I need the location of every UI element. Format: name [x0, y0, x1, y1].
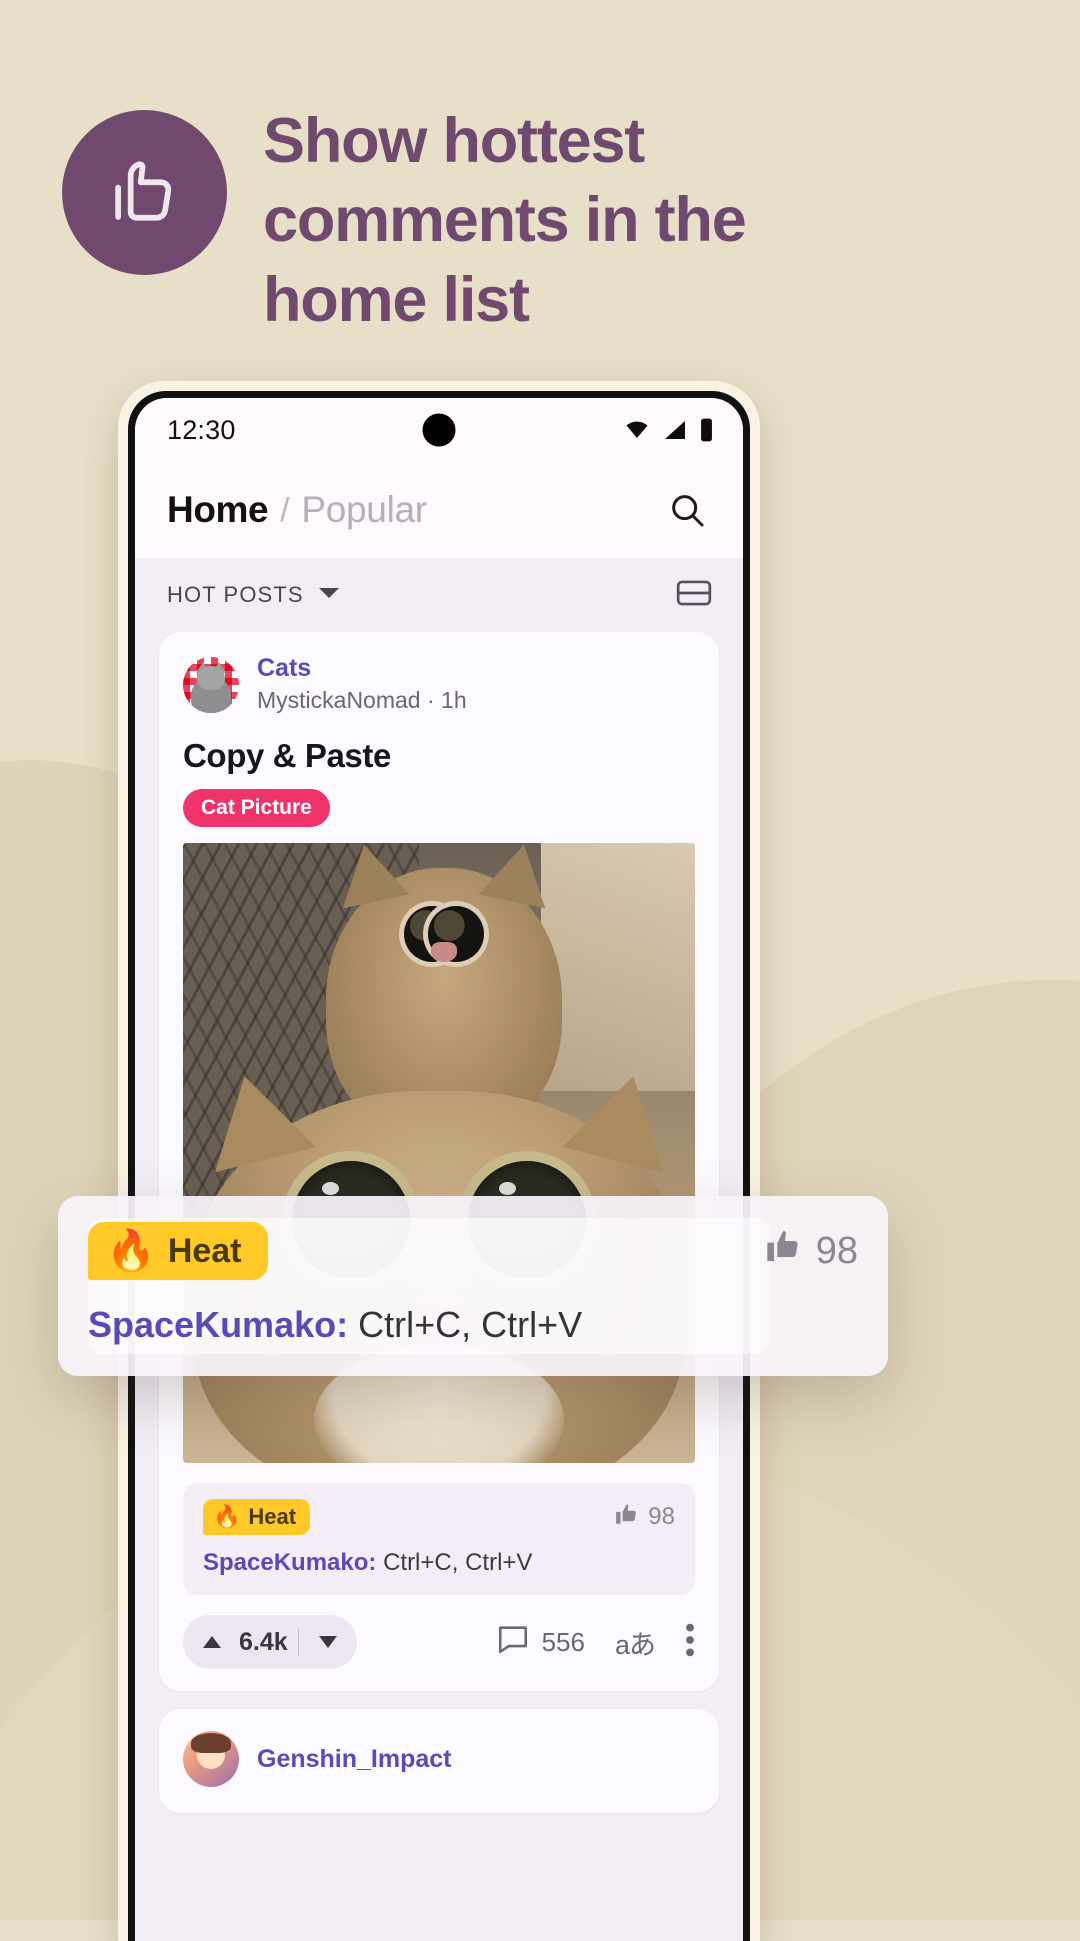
hot-comment-author[interactable]: SpaceKumako: [203, 1549, 376, 1576]
vote-score: 6.4k [239, 1627, 288, 1656]
phone-mockup: 12:30 Home / Popular HOT POSTS Cats Myst… [118, 381, 760, 1941]
flair-row: Cat Picture [159, 775, 719, 828]
comment-icon [496, 1623, 530, 1662]
post-flair[interactable]: Cat Picture [183, 789, 330, 828]
avatar[interactable] [183, 656, 239, 713]
callout-author[interactable]: SpaceKumako: [88, 1304, 348, 1345]
callout-body: SpaceKumako: Ctrl+C, Ctrl+V [88, 1304, 858, 1346]
breadcrumb-popular[interactable]: Popular [301, 489, 427, 531]
status-time: 12:30 [167, 414, 236, 445]
breadcrumb-separator: / [280, 491, 290, 528]
arrow-up-icon[interactable] [189, 1633, 235, 1651]
heat-badge-label: Heat [248, 1504, 297, 1530]
hot-comment-strip[interactable]: 🔥 Heat 98 SpaceKumako: Ctrl+C, Ctrl+V [183, 1483, 695, 1596]
arrow-down-icon[interactable] [305, 1633, 351, 1651]
hot-comment-likes[interactable]: 98 [614, 1501, 675, 1534]
camera-punch-hole [422, 413, 456, 447]
phone-bezel: 12:30 Home / Popular HOT POSTS Cats Myst… [128, 391, 750, 1941]
hot-comment-body: SpaceKumako: Ctrl+C, Ctrl+V [203, 1549, 675, 1577]
post-title[interactable]: Copy & Paste [159, 721, 719, 775]
callout-top-row: 🔥 Heat 98 [88, 1222, 858, 1280]
status-bar: 12:30 [135, 398, 743, 462]
post-card[interactable]: Cats MystickaNomad · 1h Copy & Paste Cat… [159, 632, 719, 1692]
hot-comment-top-row: 🔥 Heat 98 [203, 1499, 675, 1536]
cellular-signal-icon [661, 418, 689, 442]
promo-header: Show hottest comments in the home list [0, 0, 1080, 340]
phone-screen: 12:30 Home / Popular HOT POSTS Cats Myst… [135, 398, 743, 1941]
post-header: Cats MystickaNomad · 1h [159, 632, 719, 721]
breadcrumb-home[interactable]: Home [167, 489, 269, 531]
sort-label[interactable]: HOT POSTS [167, 582, 304, 608]
callout-text: Ctrl+C, Ctrl+V [358, 1304, 583, 1345]
comment-button[interactable]: 556 [496, 1623, 585, 1662]
page-title: Show hottest comments in the home list [263, 106, 747, 335]
post-meta: MystickaNomad · 1h [257, 686, 467, 713]
translate-button[interactable]: aあ [615, 1623, 656, 1662]
vote-divider [297, 1628, 299, 1657]
callout-like-count: 98 [815, 1229, 858, 1272]
heat-badge-label: Heat [167, 1231, 242, 1270]
app-bar: Home / Popular [135, 462, 743, 558]
avatar[interactable] [183, 1731, 239, 1788]
image-background-right [541, 843, 695, 1092]
subreddit-name[interactable]: Genshin_Impact [257, 1745, 452, 1775]
flame-icon: 🔥 [213, 1504, 241, 1530]
flame-icon: 🔥 [106, 1229, 156, 1273]
chevron-down-icon[interactable] [318, 586, 340, 605]
next-post-card[interactable]: Genshin_Impact [159, 1709, 719, 1814]
post-actions-right: 556 aあ [496, 1623, 695, 1662]
wifi-icon [622, 418, 652, 442]
heat-badge: 🔥 Heat [88, 1222, 268, 1280]
heat-badge: 🔥 Heat [203, 1499, 311, 1536]
hot-comment-text: Ctrl+C, Ctrl+V [383, 1549, 533, 1577]
next-post-header: Genshin_Impact [159, 1709, 719, 1813]
post-header-text: Cats MystickaNomad · 1h [257, 654, 467, 715]
more-vertical-icon[interactable] [685, 1623, 695, 1662]
thumb-up-icon [764, 1226, 804, 1276]
thumbs-up-icon [62, 110, 227, 275]
post-actions: 6.4k 556 aあ [159, 1595, 719, 1691]
feed-toolbar: HOT POSTS [135, 558, 743, 632]
thumb-up-icon [614, 1501, 640, 1534]
card-layout-icon[interactable] [675, 577, 713, 614]
hot-comment-like-count: 98 [648, 1503, 675, 1531]
search-icon[interactable] [659, 482, 715, 538]
hot-comment-callout[interactable]: 🔥 Heat 98 SpaceKumako: Ctrl+C, Ctrl+V [58, 1196, 888, 1376]
vote-pill: 6.4k [183, 1615, 357, 1670]
battery-icon [698, 417, 715, 443]
subreddit-name[interactable]: Cats [257, 654, 467, 684]
comment-count: 556 [541, 1626, 585, 1657]
status-icons [622, 417, 715, 443]
callout-likes[interactable]: 98 [764, 1226, 858, 1276]
